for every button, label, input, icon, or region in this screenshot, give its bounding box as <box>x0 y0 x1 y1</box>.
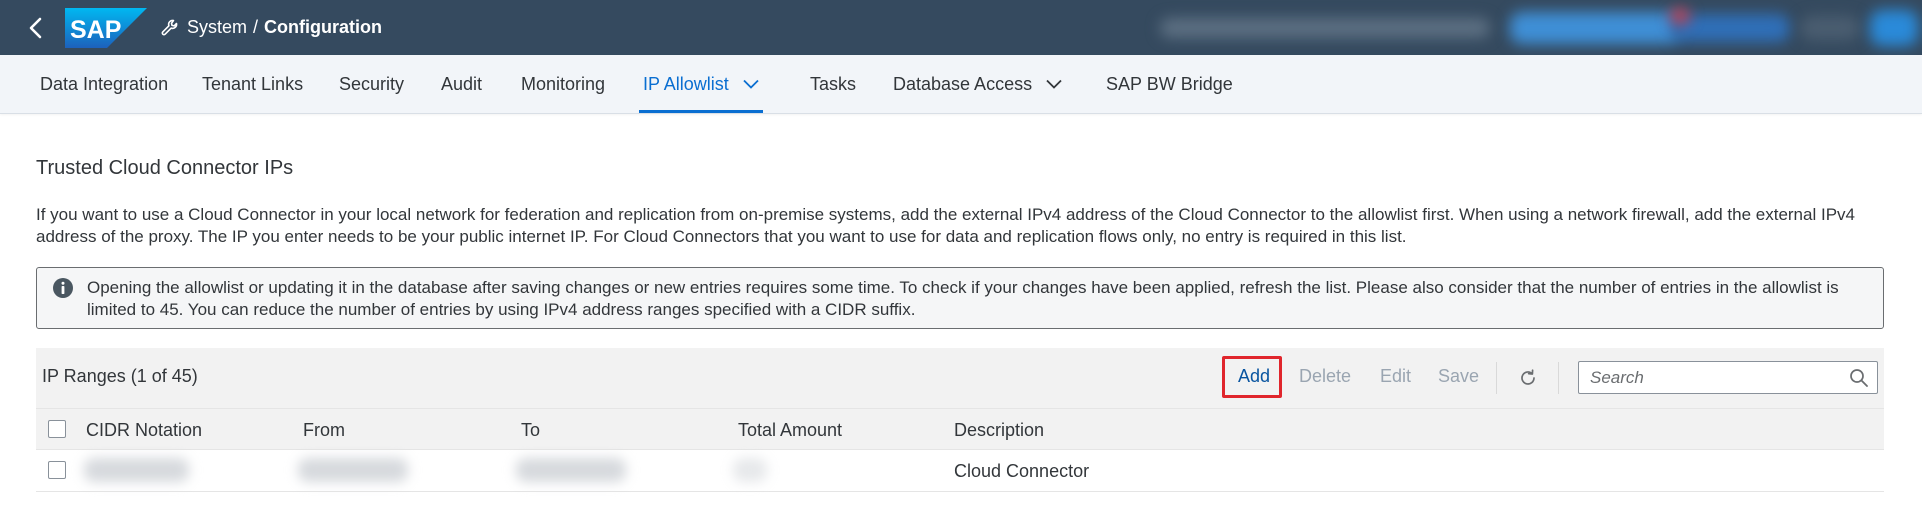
shell-actions-redacted <box>1150 8 1922 48</box>
cidr-cell-redacted <box>84 458 189 482</box>
to-cell-redacted <box>516 458 626 482</box>
sap-logo[interactable]: SAP <box>65 7 147 48</box>
back-button[interactable] <box>18 10 54 46</box>
wrench-icon <box>159 17 181 39</box>
add-button[interactable]: Add <box>1238 366 1270 387</box>
breadcrumb-parent[interactable]: System <box>187 17 247 38</box>
table-row[interactable]: Cloud Connector <box>36 450 1884 492</box>
delete-button[interactable]: Delete <box>1299 366 1351 387</box>
tab-label: Audit <box>441 73 483 94</box>
from-cell-redacted <box>298 458 408 482</box>
chevron-left-icon <box>29 17 42 38</box>
tab-label: Tasks <box>810 73 857 94</box>
column-header-description[interactable]: Description <box>954 420 1044 441</box>
table-toolbar: IP Ranges (1 of 45) Add Delete Edit Save <box>36 348 1884 408</box>
column-header-total-amount[interactable]: Total Amount <box>738 420 842 441</box>
edit-button[interactable]: Edit <box>1380 366 1411 387</box>
chevron-down-icon[interactable] <box>1046 79 1062 89</box>
tab-ip-allowlist[interactable]: IP Allowlist <box>639 55 763 113</box>
shell-bar: SAP System / Configuration <box>0 0 1922 55</box>
column-header-to[interactable]: To <box>521 420 540 441</box>
tab-database-access[interactable]: Database Access <box>893 55 1062 113</box>
tab-data-integration[interactable]: Data Integration <box>40 55 168 113</box>
info-message-text: Opening the allowlist or updating it in … <box>87 278 1839 319</box>
breadcrumb-separator: / <box>253 17 259 37</box>
column-header-cidr[interactable]: CIDR Notation <box>86 420 202 441</box>
breadcrumb: System / Configuration <box>187 17 382 38</box>
tab-label: IP Allowlist <box>643 73 729 94</box>
info-icon <box>53 278 73 298</box>
breadcrumb-current: Configuration <box>264 17 383 37</box>
refresh-icon <box>1521 369 1535 385</box>
tab-label: Database Access <box>893 73 1033 94</box>
tab-audit[interactable]: Audit <box>441 55 482 113</box>
row-checkbox[interactable] <box>48 461 66 479</box>
svg-text:SAP: SAP <box>70 16 121 44</box>
search-field[interactable] <box>1578 361 1878 394</box>
tab-sap-bw-bridge[interactable]: SAP BW Bridge <box>1106 55 1233 113</box>
refresh-button[interactable] <box>1514 364 1542 392</box>
tab-bar: Data Integration Tenant Links Security A… <box>0 55 1922 114</box>
tab-tenant-links[interactable]: Tenant Links <box>202 55 303 113</box>
tab-label: Tenant Links <box>202 73 304 94</box>
table-header: CIDR Notation From To Total Amount Descr… <box>36 408 1884 450</box>
tab-tasks[interactable]: Tasks <box>810 55 856 113</box>
tab-label: Monitoring <box>521 73 606 94</box>
tab-security[interactable]: Security <box>339 55 404 113</box>
chevron-down-icon[interactable] <box>743 79 759 89</box>
search-icon[interactable] <box>1849 368 1869 388</box>
save-button[interactable]: Save <box>1438 366 1479 387</box>
select-all-checkbox[interactable] <box>48 420 66 438</box>
tab-label: Data Integration <box>40 73 169 94</box>
toolbar-separator <box>1496 362 1497 394</box>
tab-monitoring[interactable]: Monitoring <box>521 55 605 113</box>
info-message-strip: Opening the allowlist or updating it in … <box>36 267 1884 329</box>
section-title: Trusted Cloud Connector IPs <box>36 157 294 179</box>
table-title: IP Ranges (1 of 45) <box>42 366 198 386</box>
search-input[interactable] <box>1590 368 1830 388</box>
tab-label: SAP BW Bridge <box>1106 73 1233 94</box>
description-cell: Cloud Connector <box>954 461 1090 481</box>
column-header-from[interactable]: From <box>303 420 345 441</box>
section-description: If you want to use a Cloud Connector in … <box>36 205 1855 246</box>
toolbar-separator <box>1558 362 1559 394</box>
tab-label: Security <box>339 73 405 94</box>
total-cell-redacted <box>733 458 767 482</box>
